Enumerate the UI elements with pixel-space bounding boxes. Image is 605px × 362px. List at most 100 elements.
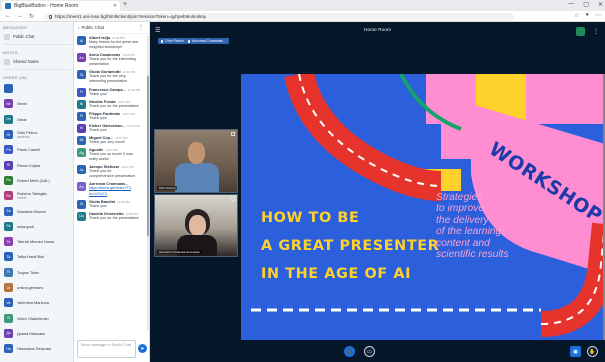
avatar: Ja: [77, 165, 86, 175]
message-text: Thank you for the presentation: [89, 103, 140, 108]
forward-icon[interactable]: →: [17, 13, 23, 20]
avatar: Ан: [77, 182, 86, 192]
send-icon[interactable]: ➤: [138, 344, 147, 353]
chat-message: Fr Francesco Campa... 12:06 PM Thank you!: [74, 87, 148, 97]
user-list-item[interactable]: Se sesa.godi: [0, 219, 73, 234]
user-list-item[interactable]: Ri Rimon Kojbar: [0, 157, 73, 172]
user-list: Ne Nevin On Omar Or Orlin Petrov webinars Pa Pao…: [0, 81, 73, 356]
chevron-left-icon[interactable]: ‹: [78, 25, 79, 30]
message-text: Thank you!: [89, 91, 108, 96]
hand-raise-icon[interactable]: ✋: [587, 346, 598, 357]
message-link[interactable]: bx1eGU7A: [89, 192, 145, 197]
user-list-item[interactable]: Ne Nevin: [0, 96, 73, 111]
close-window-icon[interactable]: ✕: [598, 1, 603, 8]
chat-header[interactable]: ‹ Public Chat ⋮: [74, 22, 149, 34]
slide-title-line: IN THE AGE OF AI: [261, 266, 412, 282]
avatar: Ro: [4, 191, 13, 201]
browser-tab[interactable]: BigBlueButton - Home Room ✕: [2, 1, 120, 11]
person-figure: [175, 163, 219, 192]
subtitle-line: scientific results: [436, 249, 509, 261]
maximize-icon[interactable]: ▢: [583, 1, 589, 8]
slide-artwork: [251, 74, 605, 337]
sender-name: Daniela Ormenetto: [89, 210, 124, 216]
recording-icon[interactable]: [576, 27, 585, 36]
slide-title-line: A GREAT PRESENTER: [261, 238, 440, 254]
message-time: 12:07 PM: [121, 165, 134, 170]
user-name: ursina.gerwans: [17, 285, 44, 290]
avatar: Vi: [4, 313, 13, 323]
url-field[interactable]: https://meet1.uni-ruse.bg/html5client/jo…: [44, 12, 514, 21]
close-tab-icon[interactable]: ✕: [113, 3, 117, 9]
talking-indicator[interactable]: Ангелия Стоянова...: [185, 38, 229, 44]
user-list-item[interactable]: [0, 81, 73, 96]
talking-indicator[interactable]: Orlin Petrov: [158, 38, 187, 44]
message-time: 12:06 PM: [127, 87, 141, 92]
avatar: Ni: [77, 99, 86, 109]
message-text: Thank you very much!: [89, 139, 126, 144]
user-list-item[interactable]: Ta Tahrah Memeo Nowa: [0, 234, 73, 249]
user-list-item[interactable]: Дз Диана Маткова: [0, 326, 73, 341]
subtitle-line: the delivery: [436, 214, 489, 226]
back-icon[interactable]: ←: [5, 13, 11, 20]
action-bar: 🎧 ▭ ▣ ✋: [150, 340, 605, 362]
screen-share-icon[interactable]: ▭: [364, 346, 375, 357]
chat-message-input[interactable]: Send message to Public Chat: [77, 340, 136, 358]
user-list-item[interactable]: Ro Robert Mertl (UAL): [0, 173, 73, 188]
chat-message: Fi Filippo Fantinato 12:07 PM Thank you!: [74, 111, 148, 121]
chat-message: Al Albert Islija 12:06 PM Many thanks for t…: [74, 35, 148, 50]
shared-notes-item[interactable]: Shared Notes: [0, 56, 73, 67]
profile-icon[interactable]: ●: [585, 12, 589, 19]
more-options-icon[interactable]: ⋮: [138, 24, 144, 31]
star-icon[interactable]: ☆: [574, 12, 579, 19]
reload-icon[interactable]: ↻: [29, 13, 34, 20]
chat-title: Public Chat: [81, 25, 104, 30]
user-status: mobile: [17, 196, 27, 201]
presentation-icon[interactable]: ▣: [570, 346, 581, 357]
chat-icon: [4, 33, 10, 40]
user-list-item[interactable]: Pa Paolo Canelli: [0, 142, 73, 157]
chat-message: Ан Ангелия Стоянова... https://forms.gle/4…: [74, 181, 148, 196]
new-tab-icon[interactable]: +: [123, 1, 127, 8]
avatar: Fr: [77, 87, 86, 97]
user-list-item[interactable]: Va Valentina Markova: [0, 295, 73, 310]
webcam-tile[interactable]: Orlin Petrov: [154, 129, 238, 193]
minimize-icon[interactable]: —: [568, 1, 574, 8]
chat-message: Ja Jacopo Stefuzza 12:07 PM Thank you for co…: [74, 164, 148, 179]
user-list-item[interactable]: Tr Trayan Tolev: [0, 265, 73, 280]
user-list-item[interactable]: Ta Talha Hanif Butt: [0, 249, 73, 264]
bbb-favicon-icon: [5, 3, 11, 9]
avatar: Al: [77, 36, 86, 45]
fullscreen-icon[interactable]: [231, 132, 235, 136]
user-list-item[interactable]: Or Orlin Petrov webinars: [0, 127, 73, 142]
avatar: Ta: [4, 237, 13, 247]
avatar: Ta: [4, 252, 13, 262]
user-list-item[interactable]: Ur ursina.gerwans: [0, 280, 73, 295]
user-list-item[interactable]: Ни Николина Петрова: [0, 341, 73, 356]
user-list-item[interactable]: On Omar: [0, 112, 73, 127]
public-chat-label: Public Chat: [13, 34, 35, 39]
headphones-icon[interactable]: 🎧: [344, 346, 355, 357]
options-menu-icon[interactable]: ⋮: [593, 28, 599, 35]
public-chat-item[interactable]: Public Chat: [0, 31, 73, 42]
messages-header: MESSAGES: [3, 25, 28, 30]
user-name: Trayan Tolev: [17, 269, 40, 275]
fullscreen-icon[interactable]: [231, 197, 235, 201]
presentation-slide[interactable]: HOW TO BE A GREAT PRESENTER IN THE AGE O…: [241, 74, 605, 340]
user-name: Paolo Canelli: [17, 147, 40, 153]
browser-tab-strip: BigBlueButton - Home Room ✕ + — ▢ ✕: [0, 0, 605, 11]
avatar: Ни: [4, 344, 13, 354]
avatar: Fi: [77, 111, 86, 121]
webcam-tile[interactable]: Ангелия Стоянова Ангелова: [154, 194, 238, 257]
chat-message: Ag Agustin 12:07 PM Thank you so much! It w…: [74, 147, 148, 162]
browser-menu-icon[interactable]: ⋯: [595, 12, 601, 19]
avatar: Kl: [77, 123, 86, 133]
user-list-item[interactable]: Sa Samanta Mozzin: [0, 203, 73, 218]
chat-scrollbar[interactable]: [147, 36, 149, 331]
user-list-item[interactable]: Vi Victor Gladchenko: [0, 310, 73, 325]
user-name: Rimon Kojbar: [17, 162, 41, 168]
subtitle-line: of the learning: [436, 226, 502, 238]
user-list-item[interactable]: Ro Roberto Tartaglia mobile: [0, 188, 73, 203]
message-text: Thank you!: [89, 203, 108, 208]
avatar: Tr: [4, 267, 13, 277]
chat-message: Mi Miguel Cop... 12:07 PM Thank you very mu…: [74, 135, 148, 145]
